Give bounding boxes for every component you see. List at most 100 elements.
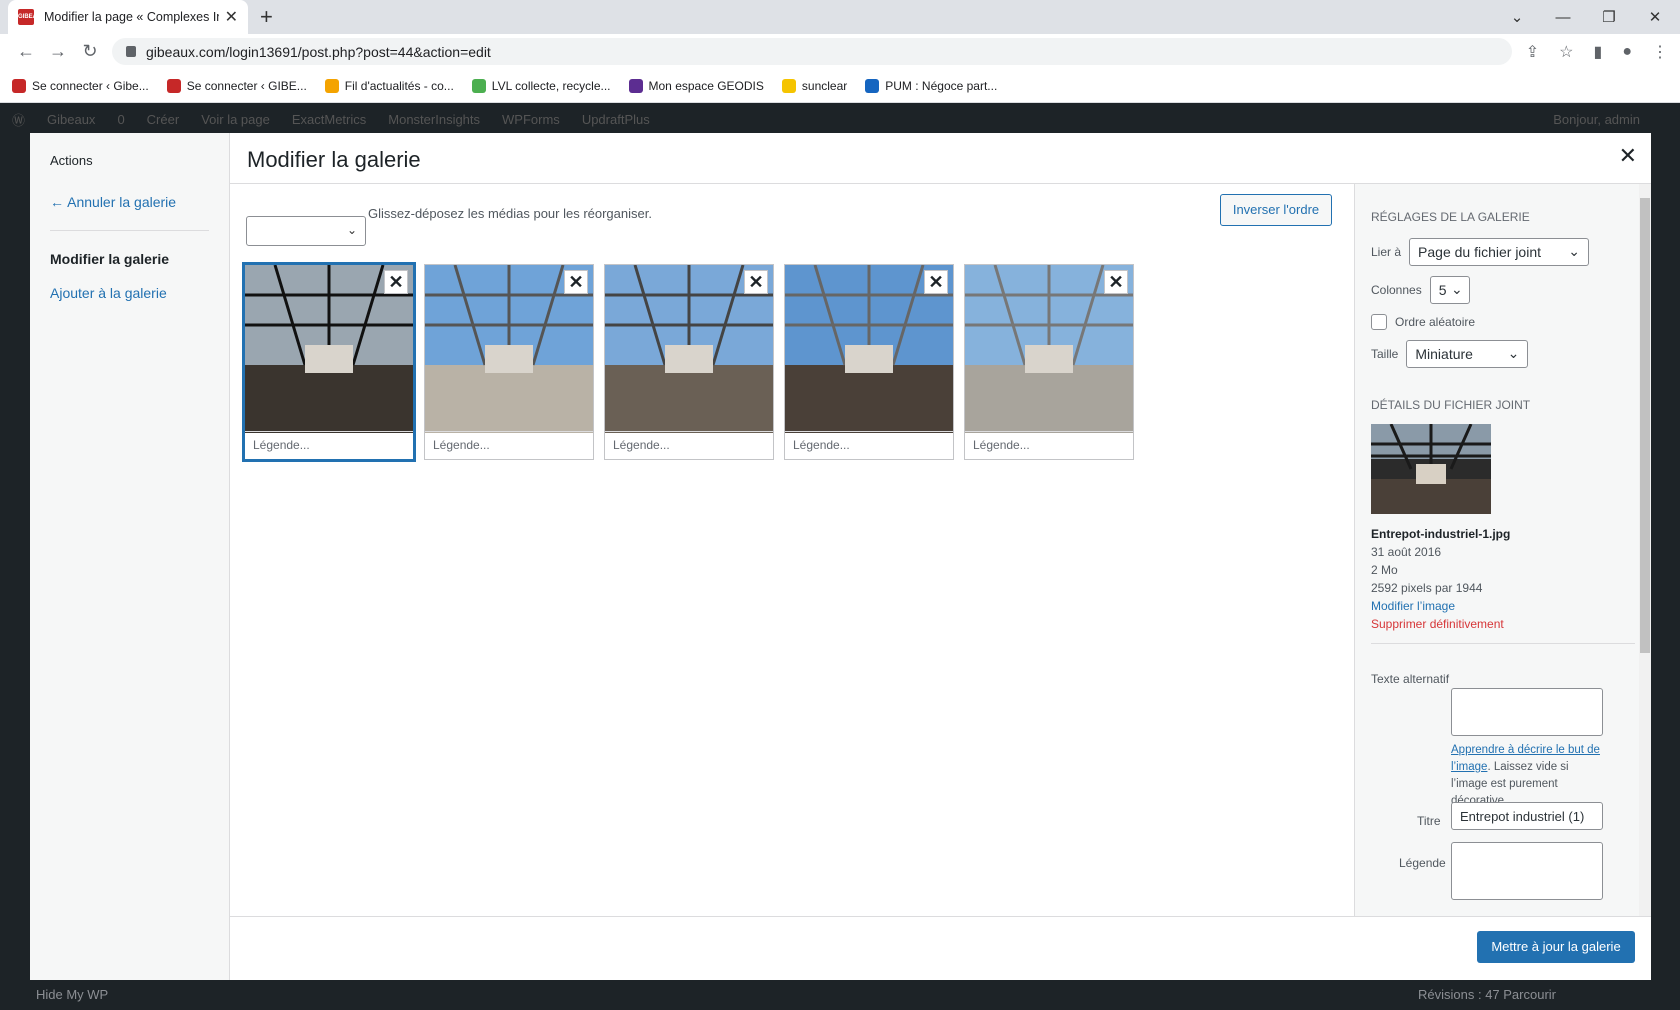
- new-tab-icon[interactable]: +: [260, 4, 273, 30]
- wp-admin-bar: Ⓦ Gibeaux 0 Créer Voir la page ExactMetr…: [0, 103, 1680, 135]
- attachment-filesize: 2 Mo: [1371, 563, 1398, 577]
- attachment-fields: Texte alternatif Apprendre à décrire le …: [1371, 662, 1635, 916]
- admin-bar-monsterinsights[interactable]: MonsterInsights: [388, 112, 480, 127]
- lock-icon: [126, 46, 136, 57]
- columns-value: 5: [1438, 282, 1447, 298]
- gallery-thumbnail[interactable]: ✕ Légende...: [604, 264, 774, 460]
- size-value: Miniature: [1415, 346, 1473, 362]
- bookmark-item[interactable]: Se connecter ‹ Gibe...: [12, 78, 149, 93]
- admin-bar-site[interactable]: Gibeaux: [47, 112, 95, 127]
- tab-search-icon[interactable]: ⌄: [1494, 0, 1540, 34]
- bookmark-favicon-icon: [12, 78, 26, 93]
- size-select[interactable]: Miniature ⌄: [1406, 340, 1529, 368]
- tab-close-icon[interactable]: ✕: [225, 7, 238, 27]
- caption-input[interactable]: [1451, 842, 1603, 900]
- reload-icon[interactable]: ↻: [74, 41, 106, 62]
- gallery-thumbnail[interactable]: ✕ Légende...: [242, 262, 416, 462]
- bookmark-favicon-icon: [471, 78, 486, 93]
- menu-heading: Actions: [50, 153, 93, 168]
- remove-image-icon[interactable]: ✕: [1104, 270, 1128, 294]
- cancel-gallery-link[interactable]: ← Annuler la galerie: [50, 194, 209, 210]
- title-input[interactable]: Entrepot industriel (1): [1451, 802, 1603, 830]
- tab-title: Modifier la page « Complexes Ind: [44, 10, 219, 24]
- scrollbar-thumb[interactable]: [1640, 198, 1650, 653]
- caption-input[interactable]: Légende...: [245, 431, 413, 459]
- bookmark-favicon-icon: [628, 78, 643, 93]
- details-separator: [1371, 643, 1635, 644]
- side-panel-icon[interactable]: ▮: [1594, 42, 1603, 62]
- attachment-filename: Entrepot-industriel-1.jpg: [1371, 527, 1511, 541]
- menu-dots-icon[interactable]: ⋮: [1652, 42, 1668, 62]
- menu-separator: [50, 230, 209, 231]
- bulk-select[interactable]: ⌄: [246, 216, 366, 246]
- url-bar[interactable]: gibeaux.com/login13691/post.php?post=44&…: [112, 38, 1512, 65]
- bookmark-star-icon[interactable]: ☆: [1559, 42, 1573, 62]
- sidebar-scrollbar[interactable]: [1639, 184, 1651, 916]
- forward-icon[interactable]: →: [42, 41, 74, 62]
- bookmark-favicon-icon: [324, 78, 339, 93]
- revisions-label: Révisions : 47 Parcourir: [1418, 987, 1556, 1002]
- admin-bar-greeting[interactable]: Bonjour, admin: [1553, 112, 1640, 127]
- bookmark-item[interactable]: Fil d'actualités - co...: [324, 78, 454, 93]
- bookmark-label: PUM : Négoce part...: [885, 78, 998, 93]
- admin-bar-view[interactable]: Voir la page: [201, 112, 270, 127]
- admin-bar-updraftplus[interactable]: UpdraftPlus: [582, 112, 650, 127]
- gallery-thumbnails: ✕ Légende... ✕ Légende... ✕ Légende... ✕ Légend…: [242, 262, 1134, 462]
- menu-item-add-to-gallery[interactable]: Ajouter à la galerie: [50, 285, 209, 301]
- reverse-order-button[interactable]: Inverser l'ordre: [1220, 194, 1332, 226]
- attachment-details-heading: Détails du fichier joint: [1371, 398, 1531, 412]
- caption-input[interactable]: Légende...: [605, 431, 773, 459]
- caption-input[interactable]: Légende...: [425, 431, 593, 459]
- delete-permanently-link[interactable]: Supprimer définitivement: [1371, 617, 1635, 631]
- restore-icon[interactable]: ❐: [1586, 0, 1632, 34]
- columns-select[interactable]: 5 ⌄: [1429, 276, 1470, 304]
- admin-bar-new[interactable]: Créer: [147, 112, 180, 127]
- browser-actions: ⇪ ☆ ▮ ● ⋮: [1526, 34, 1668, 69]
- site-favicon-icon: GIBEAUX: [18, 9, 45, 25]
- hide-my-wp-label: Hide My WP: [36, 987, 109, 1002]
- remove-image-icon[interactable]: ✕: [744, 270, 768, 294]
- gallery-content: ⌄ Glissez-déposez les médias pour les ré…: [230, 184, 1350, 916]
- window-close-icon[interactable]: ✕: [1632, 0, 1678, 34]
- attachment-date: 31 août 2016: [1371, 545, 1442, 559]
- bookmark-item[interactable]: Se connecter ‹ GIBE...: [166, 78, 307, 93]
- gallery-thumbnail[interactable]: ✕ Légende...: [424, 264, 594, 460]
- minimize-icon[interactable]: —: [1540, 0, 1586, 34]
- admin-bar-wpforms[interactable]: WPForms: [502, 112, 560, 127]
- random-order-checkbox[interactable]: [1371, 314, 1387, 330]
- address-bar-row: ← → ↻ gibeaux.com/login13691/post.php?po…: [0, 34, 1680, 69]
- bookmark-favicon-icon: [865, 78, 880, 93]
- browser-tab[interactable]: GIBEAUX Modifier la page « Complexes Ind…: [8, 0, 248, 34]
- profile-icon[interactable]: ●: [1622, 43, 1632, 61]
- update-gallery-button[interactable]: Mettre à jour la galerie: [1477, 931, 1635, 963]
- gallery-thumbnail[interactable]: ✕ Légende...: [964, 264, 1134, 460]
- bookmarks-bar: Se connecter ‹ Gibe... Se connecter ‹ GIB…: [0, 69, 1680, 103]
- bookmark-item[interactable]: sunclear: [781, 78, 847, 93]
- modal-title: Modifier la galerie: [247, 147, 421, 172]
- chevron-down-icon: ⌄: [1507, 345, 1520, 361]
- remove-image-icon[interactable]: ✕: [564, 270, 588, 294]
- gallery-modal: Actions ← Annuler la galerie Modifier la…: [30, 133, 1651, 980]
- alt-text-input[interactable]: [1451, 688, 1603, 736]
- menu-item-edit-gallery[interactable]: Modifier la galerie: [50, 251, 209, 267]
- bookmark-label: Mon espace GEODIS: [648, 78, 764, 93]
- caption-input[interactable]: Légende...: [965, 431, 1133, 459]
- bookmark-item[interactable]: LVL collecte, recycle...: [471, 78, 611, 93]
- bookmark-item[interactable]: Mon espace GEODIS: [628, 78, 764, 93]
- link-to-value: Page du fichier joint: [1418, 244, 1541, 260]
- caption-input[interactable]: Légende...: [785, 431, 953, 459]
- share-icon[interactable]: ⇪: [1526, 42, 1539, 62]
- admin-bar-comments[interactable]: 0: [117, 112, 124, 127]
- modal-close-icon[interactable]: ✕: [1619, 143, 1637, 169]
- link-to-select[interactable]: Page du fichier joint ⌄: [1409, 238, 1590, 266]
- remove-image-icon[interactable]: ✕: [384, 270, 408, 294]
- wp-logo-icon[interactable]: Ⓦ: [12, 110, 25, 129]
- remove-image-icon[interactable]: ✕: [924, 270, 948, 294]
- back-icon[interactable]: ←: [10, 41, 42, 62]
- bookmark-item[interactable]: PUM : Négoce part...: [865, 78, 998, 93]
- admin-bar-exactmetrics[interactable]: ExactMetrics: [292, 112, 366, 127]
- edit-image-link[interactable]: Modifier l’image: [1371, 599, 1635, 613]
- gallery-thumbnail[interactable]: ✕ Légende...: [784, 264, 954, 460]
- media-menu: Actions ← Annuler la galerie Modifier la…: [30, 133, 230, 980]
- bookmark-label: Se connecter ‹ Gibe...: [32, 78, 149, 93]
